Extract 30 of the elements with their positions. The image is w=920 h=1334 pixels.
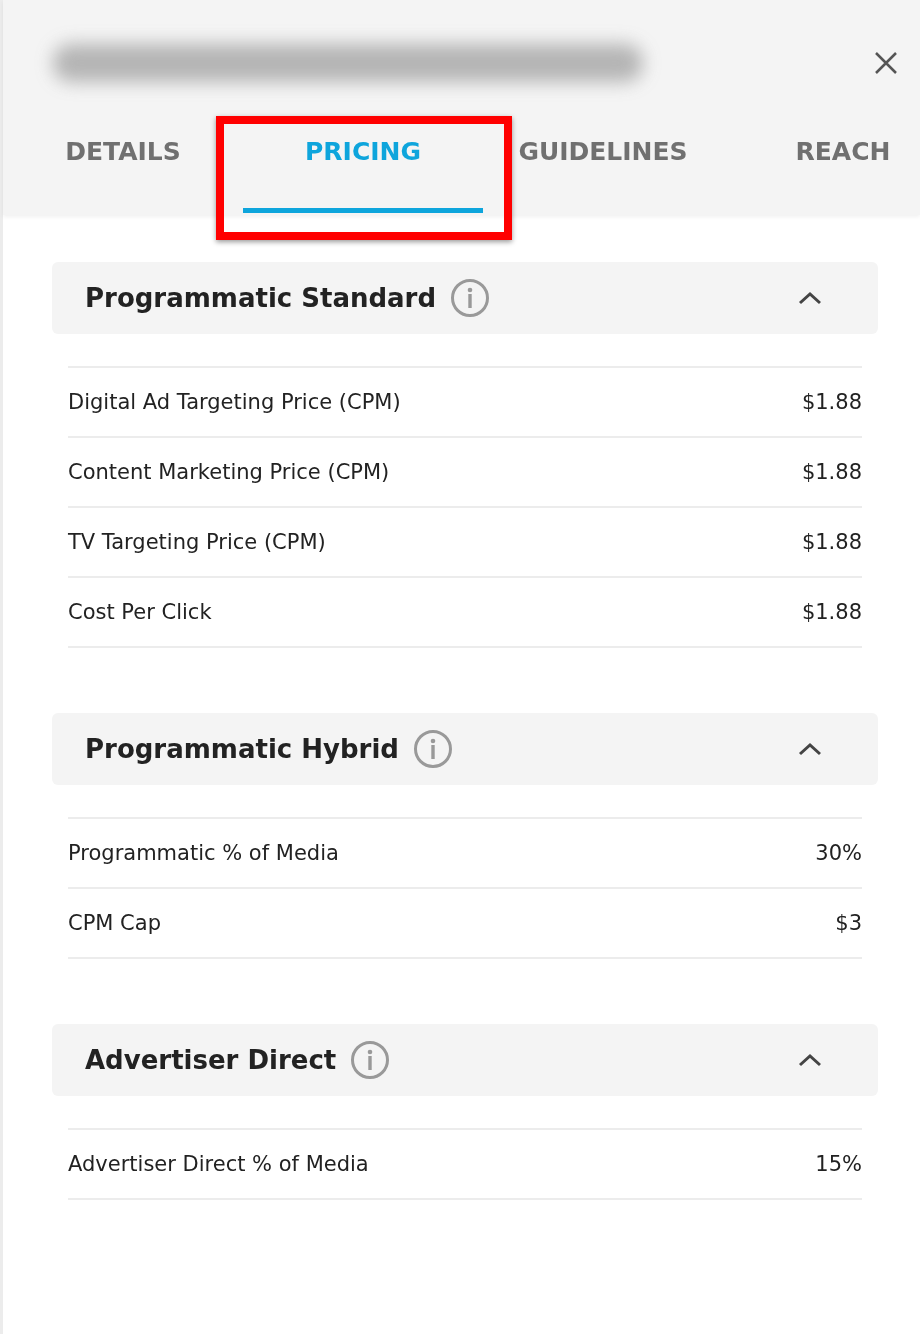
section-title: Programmatic Hybrid — [85, 734, 399, 764]
price-value: 30% — [815, 841, 862, 865]
chevron-icon[interactable] — [798, 742, 822, 756]
tab[interactable]: GUIDELINES — [483, 125, 723, 215]
price-label: TV Targeting Price (CPM) — [68, 530, 326, 554]
price-value: $1.88 — [801, 600, 862, 624]
price-label: Advertiser Direct % of Media — [68, 1152, 369, 1176]
price-label: Content Marketing Price (CPM) — [68, 460, 390, 484]
section-header[interactable]: Programmatic Hybrid — [52, 713, 878, 785]
price-value: 15% — [815, 1152, 862, 1176]
tab[interactable]: DETAILS — [3, 125, 243, 215]
section-header[interactable]: Advertiser Direct — [52, 1024, 878, 1096]
price-label: Cost Per Click — [68, 600, 212, 624]
tab[interactable]: PRICING — [243, 125, 483, 215]
tab[interactable]: REACH — [723, 125, 920, 215]
chevron-icon[interactable] — [798, 291, 822, 305]
section-header[interactable]: Programmatic Standard — [52, 262, 878, 334]
section-title: Programmatic Standard — [85, 283, 437, 313]
price-label: Digital Ad Targeting Price (CPM) — [68, 390, 401, 414]
price-value: $3 — [835, 911, 862, 935]
info-icon[interactable] — [450, 278, 491, 318]
info-icon[interactable] — [350, 1040, 391, 1080]
price-value: $1.88 — [801, 530, 862, 554]
price-value: $1.88 — [801, 390, 862, 414]
info-icon[interactable] — [412, 729, 453, 769]
section-title: Advertiser Direct — [85, 1045, 337, 1075]
price-label: CPM Cap — [68, 911, 161, 935]
price-value: $1.88 — [801, 460, 862, 484]
chevron-icon[interactable] — [798, 1053, 822, 1067]
price-label: Programmatic % of Media — [68, 841, 339, 865]
